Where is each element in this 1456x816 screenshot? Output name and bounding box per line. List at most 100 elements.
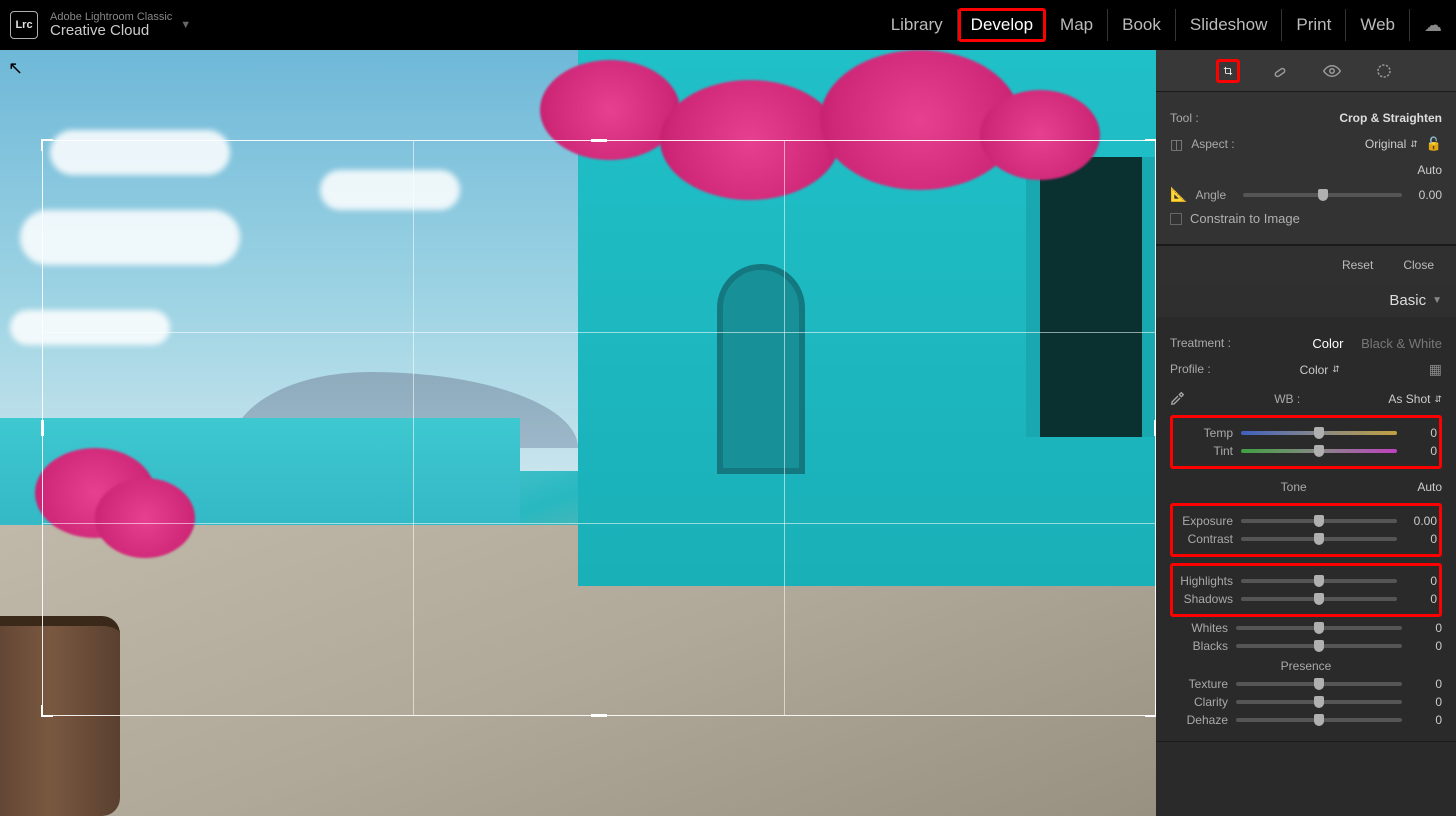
crop-tool-icon[interactable] — [1216, 59, 1240, 83]
angle-value[interactable]: 0.00 — [1410, 188, 1442, 202]
constrain-label: Constrain to Image — [1190, 211, 1300, 226]
reset-button[interactable]: Reset — [1334, 254, 1381, 276]
tool-name: Crop & Straighten — [1339, 111, 1442, 125]
crop-handle[interactable] — [41, 139, 43, 151]
temp-slider[interactable] — [1241, 431, 1397, 435]
shadows-label: Shadows — [1175, 592, 1233, 606]
texture-value[interactable]: 0 — [1410, 677, 1442, 691]
crop-grid-line — [43, 332, 1155, 333]
crop-frame[interactable] — [42, 140, 1156, 716]
tint-slider[interactable] — [1241, 449, 1397, 453]
wb-sliders-group: Temp 0 Tint 0 — [1170, 415, 1442, 469]
clarity-value[interactable]: 0 — [1410, 695, 1442, 709]
crop-grid-line — [784, 141, 785, 715]
exposure-value[interactable]: 0.00 — [1405, 514, 1437, 528]
nav-print[interactable]: Print — [1282, 9, 1346, 41]
presence-label: Presence — [1170, 659, 1442, 673]
whites-slider[interactable] — [1236, 626, 1402, 630]
nav-web[interactable]: Web — [1346, 9, 1410, 41]
tint-label: Tint — [1175, 444, 1233, 458]
right-panel: Tool : Crop & Straighten ◫ Aspect : Orig… — [1156, 50, 1456, 816]
crop-handle[interactable] — [1155, 705, 1156, 717]
crop-handle[interactable] — [591, 714, 607, 717]
lock-icon[interactable]: 🔓 — [1426, 136, 1442, 152]
app-subtitle[interactable]: Creative Cloud — [50, 23, 172, 40]
angle-label: Angle — [1195, 188, 1235, 202]
crop-handle[interactable] — [41, 420, 44, 436]
updown-icon[interactable]: ⇵ — [1434, 394, 1442, 405]
nav-map[interactable]: Map — [1046, 9, 1108, 41]
cloud-sync-icon[interactable]: ☁ — [1424, 15, 1442, 36]
tone-auto-button[interactable]: Auto — [1417, 480, 1442, 494]
contrast-value[interactable]: 0 — [1405, 532, 1437, 546]
profile-value[interactable]: Color — [1300, 363, 1329, 377]
tone-label: Tone — [1170, 480, 1417, 494]
treatment-bw[interactable]: Black & White — [1361, 336, 1442, 351]
highlights-slider[interactable] — [1241, 579, 1397, 583]
dehaze-label: Dehaze — [1170, 713, 1228, 727]
nav-book[interactable]: Book — [1108, 9, 1176, 41]
module-nav: Library Develop Map Book Slideshow Print… — [877, 8, 1446, 42]
heal-tool-icon[interactable] — [1268, 59, 1292, 83]
chevron-down-icon[interactable]: ▼ — [180, 19, 191, 31]
crop-panel-buttons: Reset Close — [1156, 245, 1456, 284]
contrast-slider[interactable] — [1241, 537, 1397, 541]
nav-slideshow[interactable]: Slideshow — [1176, 9, 1283, 41]
updown-icon[interactable]: ⇵ — [1410, 139, 1418, 150]
exposure-label: Exposure — [1175, 514, 1233, 528]
exposure-contrast-group: Exposure 0.00 Contrast 0 — [1170, 503, 1442, 557]
constrain-checkbox[interactable] — [1170, 213, 1182, 225]
highlights-label: Highlights — [1175, 574, 1233, 588]
treatment-label: Treatment : — [1170, 336, 1231, 350]
app-logo: Lrc — [10, 11, 38, 39]
tool-label: Tool : — [1170, 111, 1199, 125]
clarity-slider[interactable] — [1236, 700, 1402, 704]
highlights-value[interactable]: 0 — [1405, 574, 1437, 588]
mask-tool-icon[interactable] — [1372, 59, 1396, 83]
blacks-label: Blacks — [1170, 639, 1228, 653]
updown-icon[interactable]: ⇵ — [1332, 364, 1340, 375]
wb-value[interactable]: As Shot — [1388, 392, 1430, 406]
profile-label: Profile : — [1170, 362, 1211, 376]
exposure-slider[interactable] — [1241, 519, 1397, 523]
shadows-value[interactable]: 0 — [1405, 592, 1437, 606]
crop-aspect-icon[interactable]: ◫ — [1170, 136, 1183, 153]
straighten-icon[interactable]: 📐 — [1170, 186, 1187, 203]
basic-header[interactable]: Basic ▼ — [1156, 284, 1456, 317]
crop-handle[interactable] — [1154, 420, 1156, 436]
crop-handle[interactable] — [1155, 139, 1156, 151]
image-canvas[interactable]: ↖ — [0, 50, 1156, 816]
top-bar: Lrc Adobe Lightroom Classic Creative Clo… — [0, 0, 1456, 50]
eyedropper-icon[interactable] — [1170, 390, 1186, 409]
blacks-slider[interactable] — [1236, 644, 1402, 648]
highlights-shadows-group: Highlights 0 Shadows 0 — [1170, 563, 1442, 617]
crop-grid-line — [413, 141, 414, 715]
treatment-color[interactable]: Color — [1312, 336, 1343, 351]
basic-title: Basic — [1389, 292, 1426, 309]
crop-handle[interactable] — [41, 705, 43, 717]
nav-develop[interactable]: Develop — [958, 8, 1046, 42]
profile-browser-icon[interactable]: ▦ — [1429, 361, 1442, 378]
angle-auto-button[interactable]: Auto — [1417, 163, 1442, 177]
temp-value[interactable]: 0 — [1405, 426, 1437, 440]
aspect-label: Aspect : — [1191, 137, 1234, 151]
shadows-slider[interactable] — [1241, 597, 1397, 601]
wb-label: WB : — [1186, 392, 1388, 406]
close-button[interactable]: Close — [1395, 254, 1442, 276]
aspect-value[interactable]: Original — [1365, 137, 1406, 151]
nav-library[interactable]: Library — [877, 9, 958, 41]
blacks-value[interactable]: 0 — [1410, 639, 1442, 653]
redeye-tool-icon[interactable] — [1320, 59, 1344, 83]
crop-handle[interactable] — [591, 139, 607, 142]
tool-strip — [1156, 50, 1456, 92]
angle-slider[interactable] — [1243, 193, 1402, 197]
whites-value[interactable]: 0 — [1410, 621, 1442, 635]
disclosure-icon[interactable]: ▼ — [1432, 295, 1442, 306]
crop-grid-line — [43, 523, 1155, 524]
texture-slider[interactable] — [1236, 682, 1402, 686]
clarity-label: Clarity — [1170, 695, 1228, 709]
dehaze-value[interactable]: 0 — [1410, 713, 1442, 727]
tint-value[interactable]: 0 — [1405, 444, 1437, 458]
contrast-label: Contrast — [1175, 532, 1233, 546]
dehaze-slider[interactable] — [1236, 718, 1402, 722]
